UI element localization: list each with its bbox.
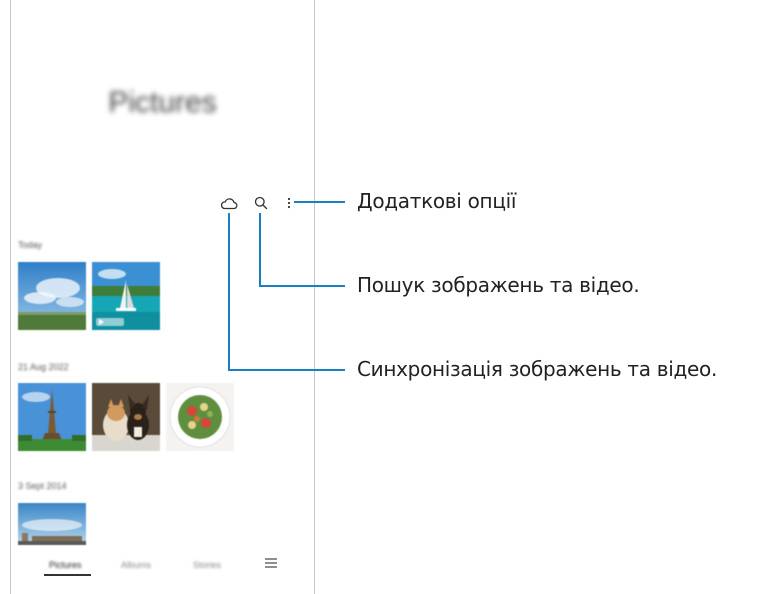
page-title: Pictures [108, 86, 217, 119]
callout-more-options: Додаткові опції [357, 189, 517, 213]
photo-thumbnail[interactable] [18, 383, 86, 451]
callout-sync: Синхронізація зображень та відео. [357, 357, 718, 381]
menu-icon[interactable] [264, 557, 278, 573]
more-options-icon[interactable] [279, 193, 299, 213]
callout-line-sync-horizontal [228, 369, 345, 371]
photo-thumbnail[interactable] [18, 262, 86, 330]
callout-line-sync-vertical [228, 213, 230, 371]
photo-thumbnail[interactable] [18, 503, 86, 545]
video-play-badge [96, 318, 124, 326]
cloud-icon[interactable] [219, 193, 239, 213]
callout-search: Пошук зображень та відео. [357, 273, 640, 297]
section-label-aug-2022: 21 Aug 2022 [18, 362, 69, 372]
phone-screen: Pictures Today 21 Aug 2022 3 Sept 2014 P… [10, 0, 315, 594]
tab-pictures[interactable]: Pictures [49, 560, 82, 570]
section-label-today: Today [18, 240, 43, 250]
tab-stories[interactable]: Stories [193, 560, 221, 570]
video-thumbnail[interactable] [92, 262, 160, 330]
photo-thumbnail[interactable] [166, 383, 234, 451]
search-icon[interactable] [251, 193, 271, 213]
section-label-sept-2014: 3 Sept 2014 [18, 481, 67, 491]
photo-thumbnail[interactable] [92, 383, 160, 451]
callout-line-more-options [294, 201, 345, 203]
callout-line-search-vertical [259, 213, 261, 287]
callout-line-search-horizontal [259, 285, 345, 287]
tab-albums[interactable]: Albums [121, 560, 151, 570]
gallery-callout-figure: Pictures Today 21 Aug 2022 3 Sept 2014 P… [0, 0, 763, 594]
active-tab-indicator [44, 574, 91, 576]
bottom-navigation: Pictures Albums Stories [11, 556, 314, 580]
